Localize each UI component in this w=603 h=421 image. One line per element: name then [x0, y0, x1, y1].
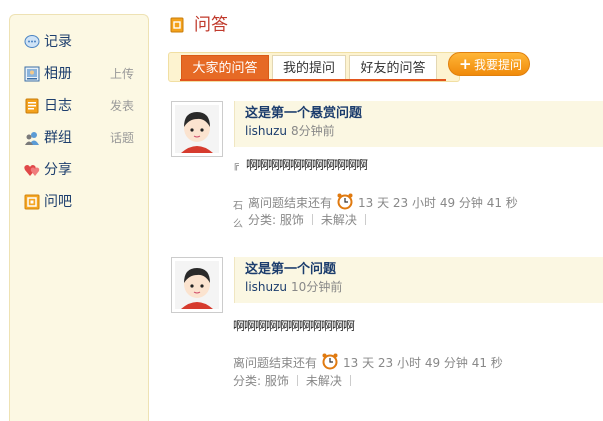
- category-row: 分类: 服饰 未解决: [248, 212, 374, 228]
- sidebar-item-label: 分享: [44, 162, 72, 178]
- tab-friends-qa[interactable]: 好友的问答: [349, 55, 437, 80]
- user-avatar-icon: [175, 261, 219, 309]
- countdown: 13 天 23 小时 49 分钟 41 秒: [343, 356, 503, 370]
- question-author[interactable]: lishuzu: [245, 124, 287, 138]
- tab-my-questions[interactable]: 我的提问: [272, 55, 346, 80]
- question-header: 这是第一个悬赏问题 lishuzu 8分钟前: [234, 101, 603, 147]
- question-time: 8分钟前: [291, 124, 335, 138]
- alarm-clock-icon: [337, 193, 353, 210]
- ask-icon: [24, 194, 40, 210]
- countdown: 13 天 23 小时 49 分钟 41 秒: [358, 196, 518, 210]
- deadline-prefix: 离问题结束还有: [248, 196, 333, 210]
- category-row: 分类: 服饰 未解决: [233, 373, 359, 389]
- divider: [296, 375, 298, 386]
- sidebar-item-share[interactable]: 分享: [24, 159, 142, 181]
- category-link[interactable]: 分类: 服饰: [248, 213, 304, 227]
- topics-link[interactable]: 话题: [110, 130, 134, 146]
- chat-bubble-icon: [24, 35, 40, 48]
- sidebar-item-album[interactable]: 相册 上传: [24, 63, 142, 85]
- publish-link[interactable]: 发表: [110, 98, 134, 114]
- alarm-clock-icon: [322, 353, 338, 370]
- question-title[interactable]: 这是第一个悬赏问题: [245, 105, 362, 123]
- divider: [349, 375, 351, 386]
- truncated-marker: ╔: [233, 160, 240, 171]
- sidebar-item-label: 日志: [44, 98, 72, 114]
- sidebar-item-label: 问吧: [44, 194, 72, 210]
- question-time: 10分钟前: [291, 280, 343, 294]
- tab-everyone-qa[interactable]: 大家的问答: [181, 55, 269, 80]
- upload-link[interactable]: 上传: [110, 66, 134, 82]
- status-badge: 未解决: [305, 374, 342, 388]
- category-link[interactable]: 分类: 服饰: [233, 374, 289, 388]
- sidebar-item-journal[interactable]: 日志 发表: [24, 95, 142, 117]
- page-title: 问答: [194, 15, 228, 35]
- question-meta: lishuzu 10分钟前: [245, 279, 342, 295]
- sidebar-item-label: 相册: [44, 66, 72, 82]
- avatar[interactable]: [171, 101, 223, 157]
- question-body: 啊啊啊啊啊啊啊啊啊啊啊: [246, 158, 368, 172]
- truncated-marker: 么: [233, 219, 243, 230]
- sidebar-item-ask[interactable]: 问吧: [24, 191, 142, 213]
- qa-icon: [170, 17, 184, 33]
- photo-album-icon: [24, 66, 40, 82]
- sidebar-item-label: 记录: [44, 34, 72, 50]
- divider: [311, 214, 313, 225]
- status-badge: 未解决: [320, 213, 357, 227]
- sidebar-item-label: 群组: [44, 130, 72, 146]
- question-author[interactable]: lishuzu: [245, 280, 287, 294]
- truncated-marker: 石: [233, 201, 243, 212]
- sidebar: 记录 相册 上传 日志 发表 群组 话题 分享 问吧: [9, 14, 149, 421]
- ask-question-label: 我要提问: [474, 58, 523, 72]
- tab-underline: [180, 79, 446, 81]
- question-header: 这是第一个问题 lishuzu 10分钟前: [234, 257, 603, 303]
- group-icon: [25, 132, 39, 145]
- plus-icon: +: [459, 55, 472, 73]
- deadline-row: 离问题结束还有 13 天 23 小时 49 分钟 41 秒: [233, 352, 503, 372]
- avatar[interactable]: [171, 257, 223, 313]
- question-body: 啊啊啊啊啊啊啊啊啊啊啊: [233, 319, 355, 333]
- sidebar-item-records[interactable]: 记录: [24, 31, 142, 53]
- user-avatar-icon: [175, 105, 219, 153]
- sidebar-item-groups[interactable]: 群组 话题: [24, 127, 142, 149]
- divider: [364, 214, 366, 225]
- ask-question-button[interactable]: + 我要提问: [448, 52, 530, 76]
- question-title[interactable]: 这是第一个问题: [245, 261, 336, 279]
- share-heart-icon: [24, 165, 40, 176]
- deadline-prefix: 离问题结束还有: [233, 356, 318, 370]
- journal-icon: [25, 98, 39, 114]
- deadline-row: 离问题结束还有 13 天 23 小时 49 分钟 41 秒: [248, 192, 518, 212]
- question-meta: lishuzu 8分钟前: [245, 123, 335, 139]
